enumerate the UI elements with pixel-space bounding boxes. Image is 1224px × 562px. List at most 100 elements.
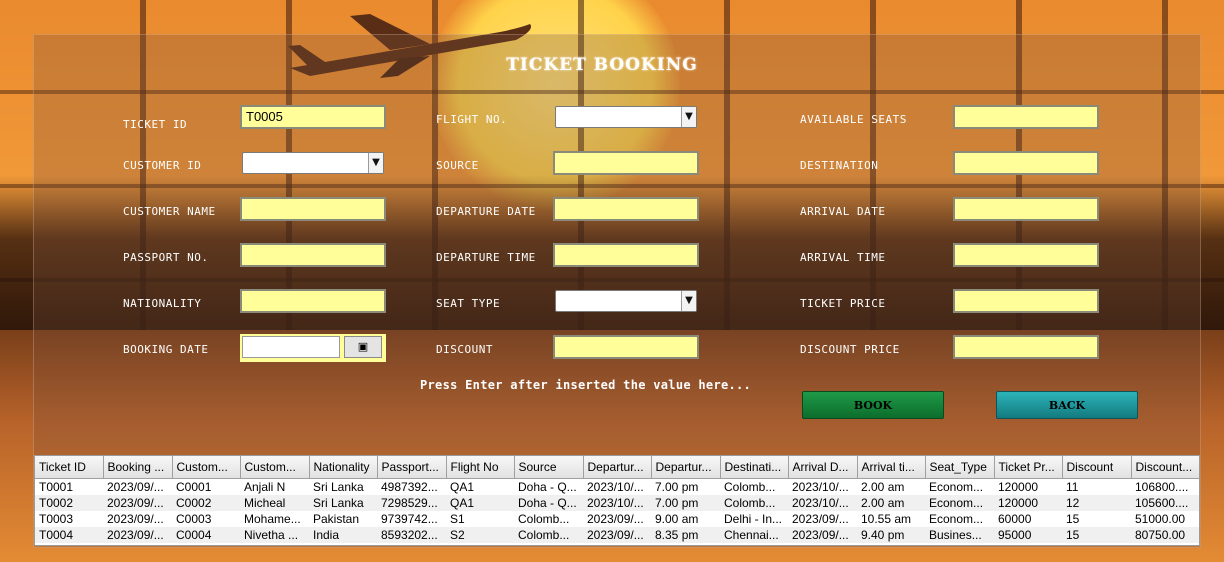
departure-date-field[interactable] bbox=[553, 197, 699, 221]
table-cell[interactable]: 2023/09/... bbox=[583, 511, 651, 527]
departure-time-field[interactable] bbox=[553, 243, 699, 267]
table-row[interactable]: T0001 2023/09/... C0001 Anjali N Sri Lanka 49… bbox=[35, 479, 1199, 496]
table-cell[interactable]: 9739742... bbox=[377, 511, 446, 527]
table-cell[interactable]: 2023/09/... bbox=[788, 527, 857, 543]
source-field[interactable] bbox=[553, 151, 699, 175]
table-row[interactable]: T0003 2023/09/... C0003 Mohame... Pakistan 97… bbox=[35, 511, 1199, 527]
ticket-id-field[interactable]: T0005 bbox=[240, 105, 386, 129]
table-cell[interactable]: Busines... bbox=[925, 527, 994, 543]
table-cell[interactable]: Anjali N bbox=[240, 479, 309, 496]
table-cell[interactable]: 12 bbox=[1062, 495, 1131, 511]
table-cell[interactable]: C0003 bbox=[172, 511, 240, 527]
flight-no-combo[interactable]: ▼ bbox=[555, 106, 697, 128]
table-cell[interactable]: Pakistan bbox=[309, 511, 377, 527]
table-cell[interactable]: 2023/09/... bbox=[103, 479, 172, 496]
nationality-field[interactable] bbox=[240, 289, 386, 313]
table-cell[interactable]: C0001 bbox=[172, 479, 240, 496]
table-cell[interactable]: Doha - Q... bbox=[514, 495, 583, 511]
arrival-date-field[interactable] bbox=[953, 197, 1099, 221]
back-button[interactable]: BACK bbox=[996, 391, 1138, 419]
table-cell[interactable]: 51000.00 bbox=[1131, 511, 1199, 527]
table-cell[interactable]: Sri Lanka bbox=[309, 495, 377, 511]
booking-date-input[interactable] bbox=[242, 336, 340, 358]
passport-no-field[interactable] bbox=[240, 243, 386, 267]
table-cell[interactable]: C0004 bbox=[172, 527, 240, 543]
discount-price-field[interactable] bbox=[953, 335, 1099, 359]
table-cell[interactable]: Mohame... bbox=[240, 511, 309, 527]
table-cell[interactable]: 2023/10/... bbox=[788, 479, 857, 496]
table-cell[interactable]: India bbox=[309, 527, 377, 543]
table-cell[interactable]: T0001 bbox=[35, 479, 103, 496]
table-cell[interactable]: 2023/09/... bbox=[103, 527, 172, 543]
column-header[interactable]: Departur... bbox=[651, 456, 721, 479]
column-header[interactable]: Arrival D... bbox=[788, 456, 858, 479]
table-cell[interactable]: Colomb... bbox=[514, 527, 583, 543]
table-cell[interactable]: C0002 bbox=[172, 495, 240, 511]
table-cell[interactable]: T0004 bbox=[35, 527, 103, 543]
column-header[interactable]: Source bbox=[514, 456, 584, 479]
table-cell[interactable]: Nivetha ... bbox=[240, 527, 309, 543]
arrival-time-field[interactable] bbox=[953, 243, 1099, 267]
ticket-price-field[interactable] bbox=[953, 289, 1099, 313]
table-cell[interactable]: 2023/09/... bbox=[788, 511, 857, 527]
table-cell[interactable]: 120000 bbox=[994, 479, 1062, 496]
table-cell[interactable]: 60000 bbox=[994, 511, 1062, 527]
table-cell[interactable]: QA1 bbox=[446, 495, 514, 511]
table-cell[interactable]: 7.00 pm bbox=[651, 479, 720, 496]
table-cell[interactable]: 106800.... bbox=[1131, 479, 1199, 496]
table-cell[interactable]: 9.40 pm bbox=[857, 527, 925, 543]
table-cell[interactable]: 80750.00 bbox=[1131, 527, 1199, 543]
column-header[interactable]: Nationality bbox=[309, 456, 378, 479]
discount-field[interactable] bbox=[553, 335, 699, 359]
column-header[interactable]: Flight No bbox=[446, 456, 515, 479]
table-cell[interactable]: 2.00 am bbox=[857, 495, 925, 511]
table-cell[interactable]: 4987392... bbox=[377, 479, 446, 496]
table-cell[interactable]: Micheal bbox=[240, 495, 309, 511]
table-cell[interactable]: Chennai... bbox=[720, 527, 788, 543]
table-cell[interactable]: 8.35 pm bbox=[651, 527, 720, 543]
table-cell[interactable]: 2023/09/... bbox=[103, 511, 172, 527]
table-cell[interactable]: T0003 bbox=[35, 511, 103, 527]
table-cell[interactable]: 2.00 am bbox=[857, 479, 925, 496]
column-header[interactable]: Destinati... bbox=[720, 456, 789, 479]
customer-id-combo[interactable]: ▼ bbox=[242, 152, 384, 174]
table-cell[interactable]: QA1 bbox=[446, 479, 514, 496]
table-cell[interactable]: 9.00 am bbox=[651, 511, 720, 527]
table-cell[interactable]: 7298529... bbox=[377, 495, 446, 511]
table-cell[interactable]: Econom... bbox=[925, 479, 994, 496]
chevron-down-icon[interactable]: ▼ bbox=[681, 107, 696, 127]
chevron-down-icon[interactable]: ▼ bbox=[681, 291, 696, 311]
seat-type-combo[interactable]: ▼ bbox=[555, 290, 697, 312]
table-cell[interactable]: 15 bbox=[1062, 527, 1131, 543]
table-cell[interactable]: Econom... bbox=[925, 511, 994, 527]
table-cell[interactable]: 2023/10/... bbox=[583, 479, 651, 496]
column-header[interactable]: Ticket Pr... bbox=[994, 456, 1063, 479]
table-cell[interactable]: Delhi - In... bbox=[720, 511, 788, 527]
table-cell[interactable]: Colomb... bbox=[720, 495, 788, 511]
table-cell[interactable]: 7.00 pm bbox=[651, 495, 720, 511]
table-cell[interactable]: Econom... bbox=[925, 495, 994, 511]
destination-field[interactable] bbox=[953, 151, 1099, 175]
table-cell[interactable]: S2 bbox=[446, 527, 514, 543]
table-row[interactable]: T0004 2023/09/... C0004 Nivetha ... India 859… bbox=[35, 527, 1199, 543]
book-button[interactable]: BOOK bbox=[802, 391, 944, 419]
column-header[interactable]: Passport... bbox=[377, 456, 447, 479]
table-cell[interactable]: 2023/09/... bbox=[583, 527, 651, 543]
table-cell[interactable]: Sri Lanka bbox=[309, 479, 377, 496]
table-row[interactable]: T0002 2023/09/... C0002 Micheal Sri Lanka 729… bbox=[35, 495, 1199, 511]
table-cell[interactable]: 105600.... bbox=[1131, 495, 1199, 511]
table-cell[interactable]: 2023/10/... bbox=[583, 495, 651, 511]
table-cell[interactable]: Colomb... bbox=[720, 479, 788, 496]
calendar-icon[interactable]: ▣ bbox=[344, 336, 382, 358]
table-cell[interactable]: 10.55 am bbox=[857, 511, 925, 527]
table-cell[interactable]: Colomb... bbox=[514, 511, 583, 527]
table-cell[interactable]: 8593202... bbox=[377, 527, 446, 543]
chevron-down-icon[interactable]: ▼ bbox=[368, 153, 383, 173]
column-header[interactable]: Custom... bbox=[172, 456, 241, 479]
table-cell[interactable]: 2023/10/... bbox=[788, 495, 857, 511]
table-cell[interactable]: 15 bbox=[1062, 511, 1131, 527]
table-cell[interactable]: 11 bbox=[1062, 479, 1131, 496]
column-header[interactable]: Booking ... bbox=[103, 456, 173, 479]
table-cell[interactable]: S1 bbox=[446, 511, 514, 527]
column-header[interactable]: Seat_Type bbox=[925, 456, 995, 479]
